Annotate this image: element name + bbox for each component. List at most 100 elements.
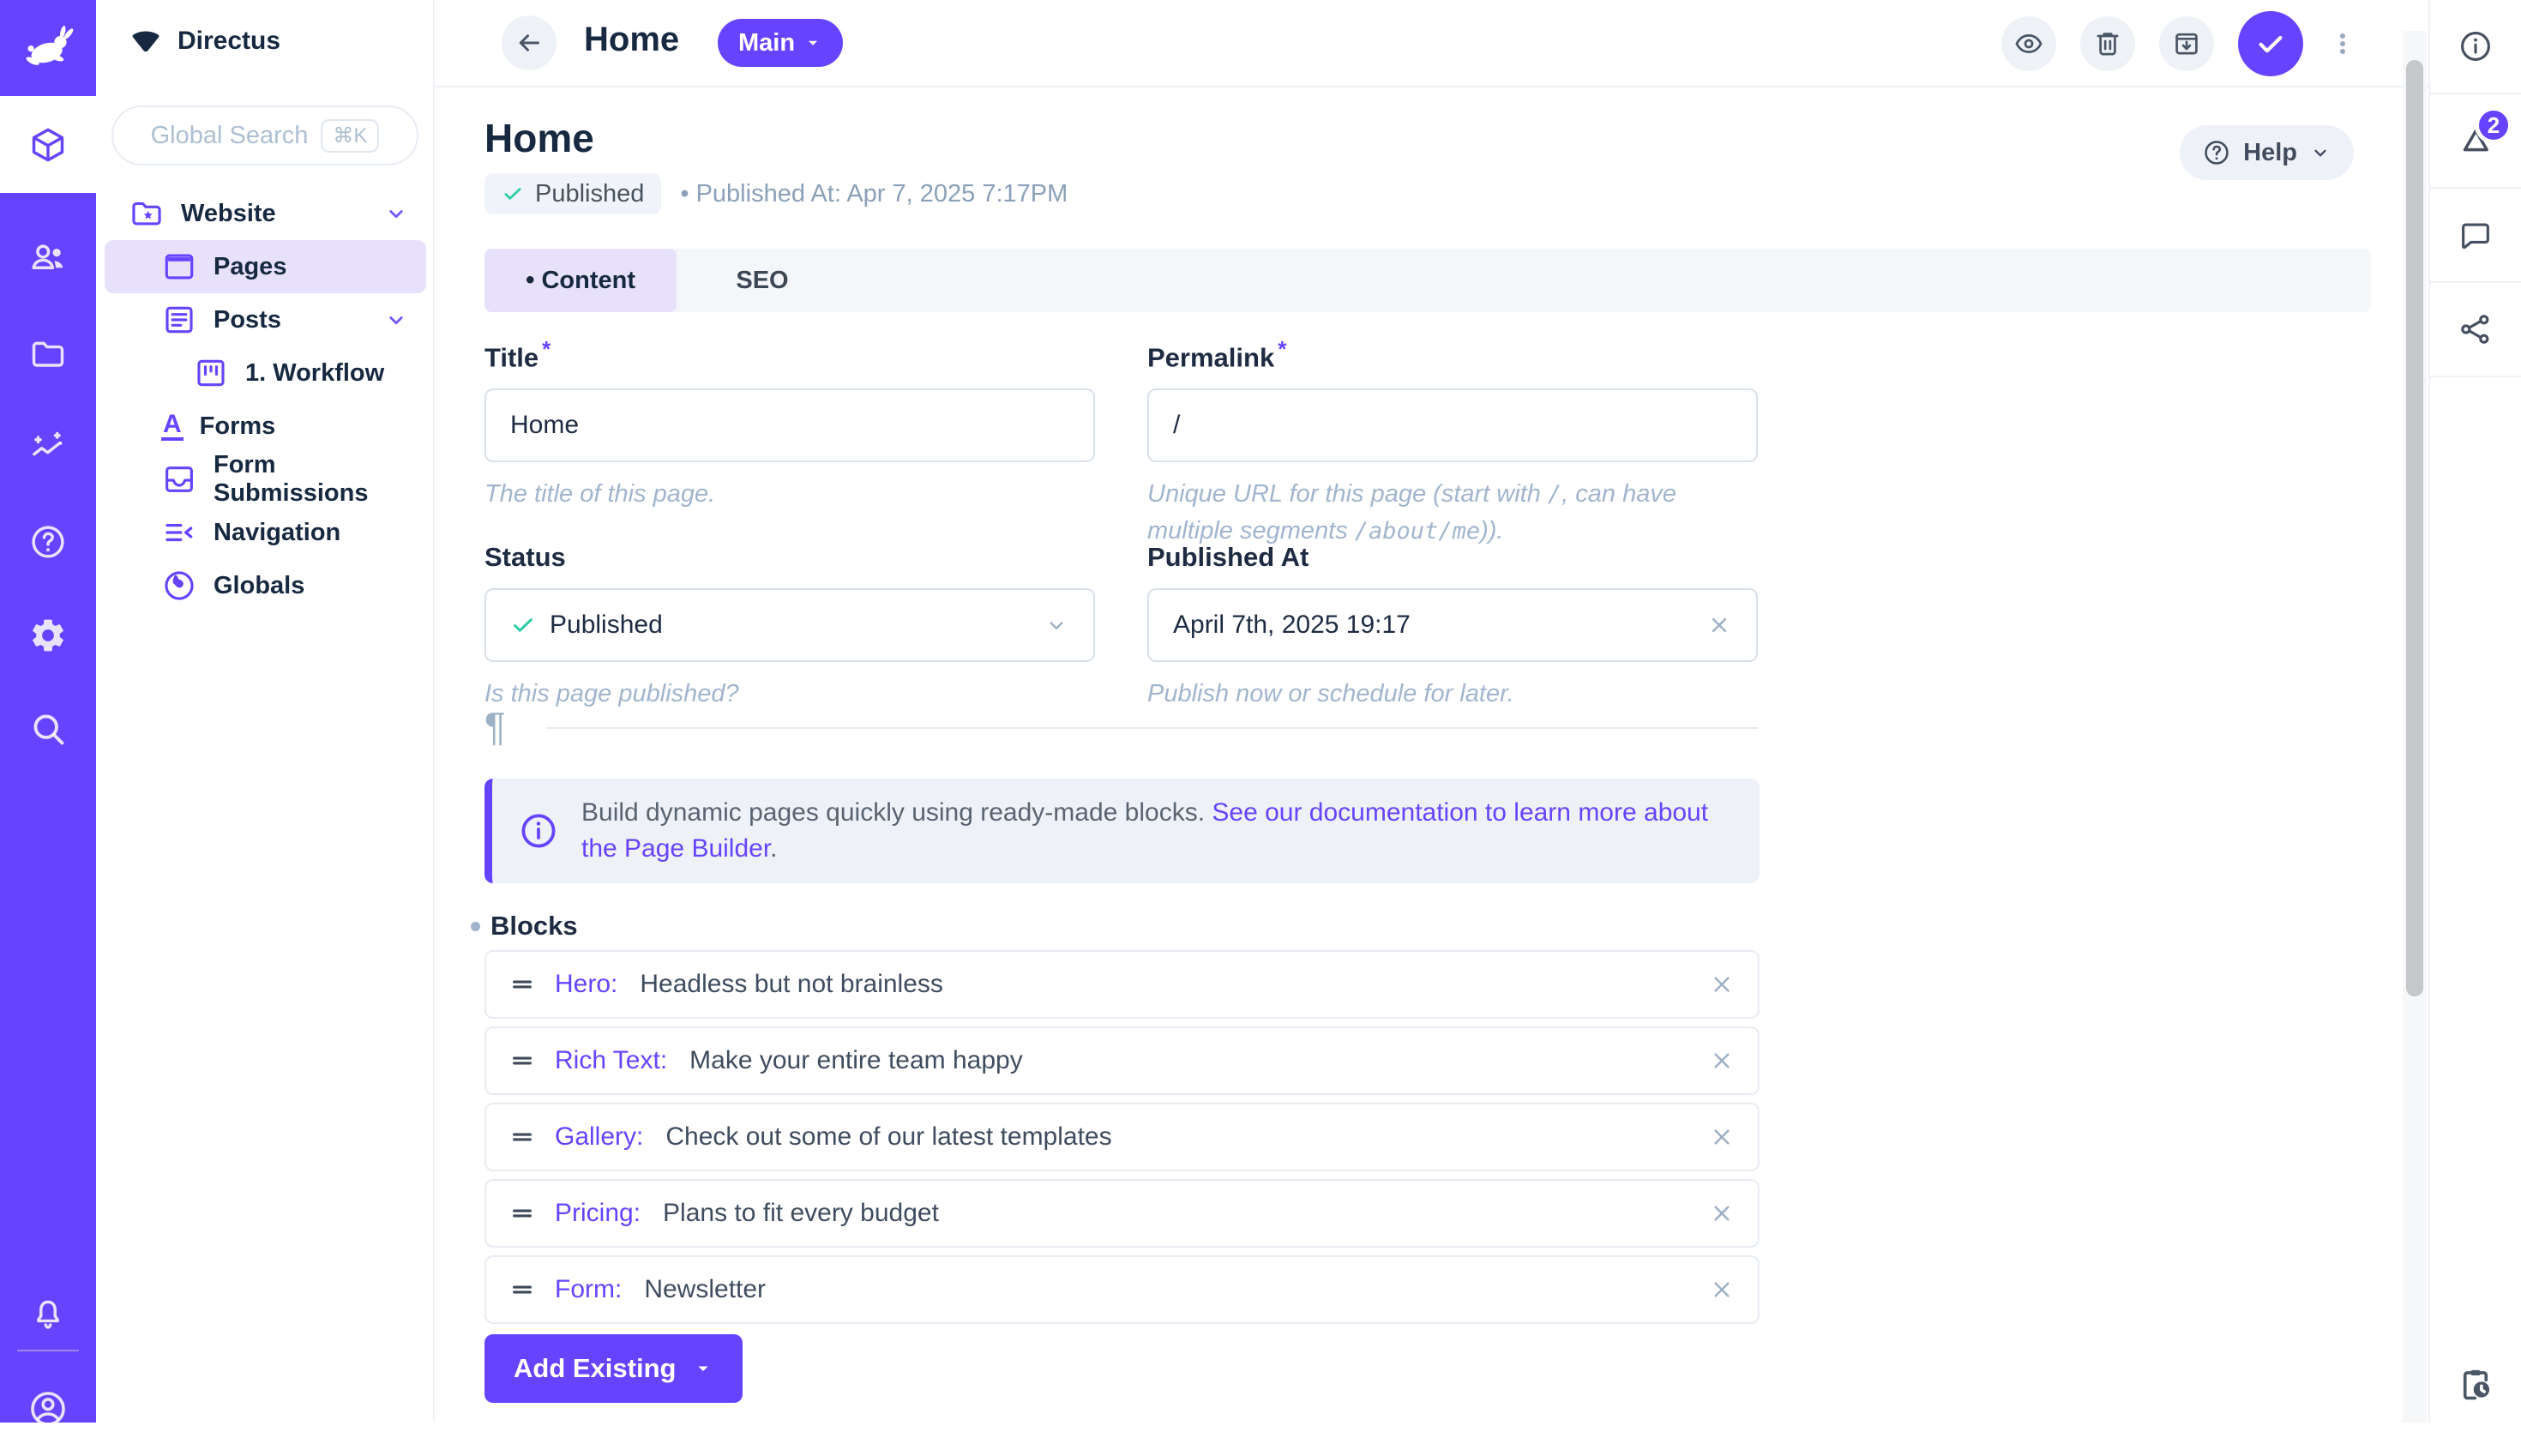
module-settings[interactable] [0,588,96,683]
help-button[interactable]: Help [2180,125,2354,180]
chevron-down-icon[interactable] [1044,612,1069,638]
title-input[interactable]: Home [484,388,1095,462]
block-type: Rich Text: [555,1046,667,1075]
nav-item-label: 1. Workflow [245,359,384,388]
block-row-hero[interactable]: Hero: Headless but not brainless [484,950,1760,1019]
paragraph-divider: ¶ [484,703,1758,751]
block-row-gallery[interactable]: Gallery: Check out some of our latest te… [484,1103,1760,1171]
nav-item-pages[interactable]: Pages [105,240,426,293]
nav-item-forms[interactable]: A Forms [96,400,433,453]
tab-edited-dot: • [526,266,535,295]
block-row-form[interactable]: Form: Newsletter [484,1255,1760,1324]
remove-block-icon[interactable] [1708,1276,1736,1303]
info-icon [518,810,559,851]
nav-item-workflow[interactable]: 1. Workflow [96,346,433,400]
inbox-icon [161,461,197,497]
drag-handle-icon[interactable] [508,1200,536,1227]
status-badge-label: Published [535,180,644,208]
required-marker: * [1278,336,1286,362]
people-icon [28,238,68,277]
revisions-panel-button[interactable]: 2 [2430,94,2521,189]
module-insights[interactable] [0,400,96,495]
chevron-down-icon[interactable] [383,201,409,226]
module-files[interactable] [0,307,96,401]
tab-content[interactable]: • Content [484,249,677,312]
comments-panel-button[interactable] [2430,189,2521,283]
preview-button[interactable] [2001,16,2056,71]
workspace-brand[interactable]: Directus [129,24,280,58]
block-type: Pricing: [555,1199,641,1228]
status-badge: Published [484,173,661,214]
clear-icon[interactable] [1706,612,1732,638]
more-options-button[interactable] [2327,28,2358,59]
folder-star-icon [129,196,165,232]
back-button[interactable] [502,15,557,70]
notifications-button[interactable] [0,1266,96,1361]
nav-item-label: Form Submissions [214,451,433,508]
delete-button[interactable] [2080,16,2135,71]
block-value: Headless but not brainless [640,970,943,999]
save-button[interactable] [2238,11,2303,76]
chevron-down-icon[interactable] [383,307,409,333]
nav-item-label: Navigation [214,519,340,547]
block-type: Hero: [555,970,617,999]
account-button[interactable] [0,1362,96,1456]
tab-bar: • Content SEO [484,249,2371,312]
nav-item-navigation[interactable]: Navigation [96,506,433,559]
box-icon [28,125,68,165]
arrow-left-icon [514,27,545,58]
global-search-input[interactable]: Global Search ⌘K [111,105,418,165]
edited-dot [471,922,480,931]
status-row: Published • Published At: Apr 7, 2025 7:… [484,173,1068,214]
info-panel-button[interactable] [2430,0,2521,94]
globe-icon [161,568,197,604]
block-row-richtext[interactable]: Rich Text: Make your entire team happy [484,1026,1760,1095]
block-type: Gallery: [555,1122,643,1152]
nav-item-label: Pages [214,253,286,281]
scrollbar-thumb[interactable] [2406,60,2423,996]
nav-item-posts[interactable]: Posts [96,293,433,346]
nav-item-label: Forms [200,412,276,441]
published-at-input[interactable]: April 7th, 2025 19:17 [1147,588,1758,662]
drag-handle-icon[interactable] [508,1123,536,1151]
banner-text: Build dynamic pages quickly using ready-… [581,795,1734,867]
blocks-list: Hero: Headless but not brainless Rich Te… [484,950,1760,1332]
module-search[interactable] [0,682,96,776]
drag-handle-icon[interactable] [508,1047,536,1074]
published-at-value: April 7th, 2025 19:17 [1173,611,1411,640]
version-selector[interactable]: Main [718,19,843,67]
eye-icon [2013,28,2044,59]
flows-button[interactable] [2430,1364,2521,1404]
required-marker: * [542,336,551,362]
remove-block-icon[interactable] [1708,1200,1736,1227]
drag-handle-icon[interactable] [508,1276,536,1303]
module-help[interactable] [0,495,96,589]
module-content[interactable] [0,96,96,193]
status-select[interactable]: Published [484,588,1095,662]
nav-item-form-submissions[interactable]: Form Submissions [96,453,433,506]
bell-icon [28,1294,68,1333]
share-panel-button[interactable] [2430,283,2521,377]
module-users[interactable] [0,210,96,304]
nav-item-globals[interactable]: Globals [96,559,433,612]
drag-handle-icon[interactable] [508,971,536,998]
published-meta: • Published At: Apr 7, 2025 7:17PM [680,180,1068,208]
pending-actions-icon [2456,1364,2495,1404]
archive-button[interactable] [2159,16,2214,71]
info-icon [2458,28,2494,64]
add-existing-button[interactable]: Add Existing [484,1334,743,1403]
blocks-field-label: Blocks [484,911,578,942]
field-hint: The title of this page. [484,476,1095,512]
remove-block-icon[interactable] [1708,971,1736,998]
page-title: Home [484,115,594,161]
remove-block-icon[interactable] [1708,1123,1736,1151]
tab-seo[interactable]: SEO [677,249,848,312]
remove-block-icon[interactable] [1708,1047,1736,1074]
nav-item-website[interactable]: Website [96,187,433,240]
block-row-pricing[interactable]: Pricing: Plans to fit every budget [484,1179,1760,1248]
share-icon [2458,311,2494,347]
list-arrow-icon [161,514,197,551]
permalink-input[interactable]: / [1147,388,1758,462]
nav-item-label: Globals [214,572,304,600]
directus-logo[interactable] [0,0,96,96]
